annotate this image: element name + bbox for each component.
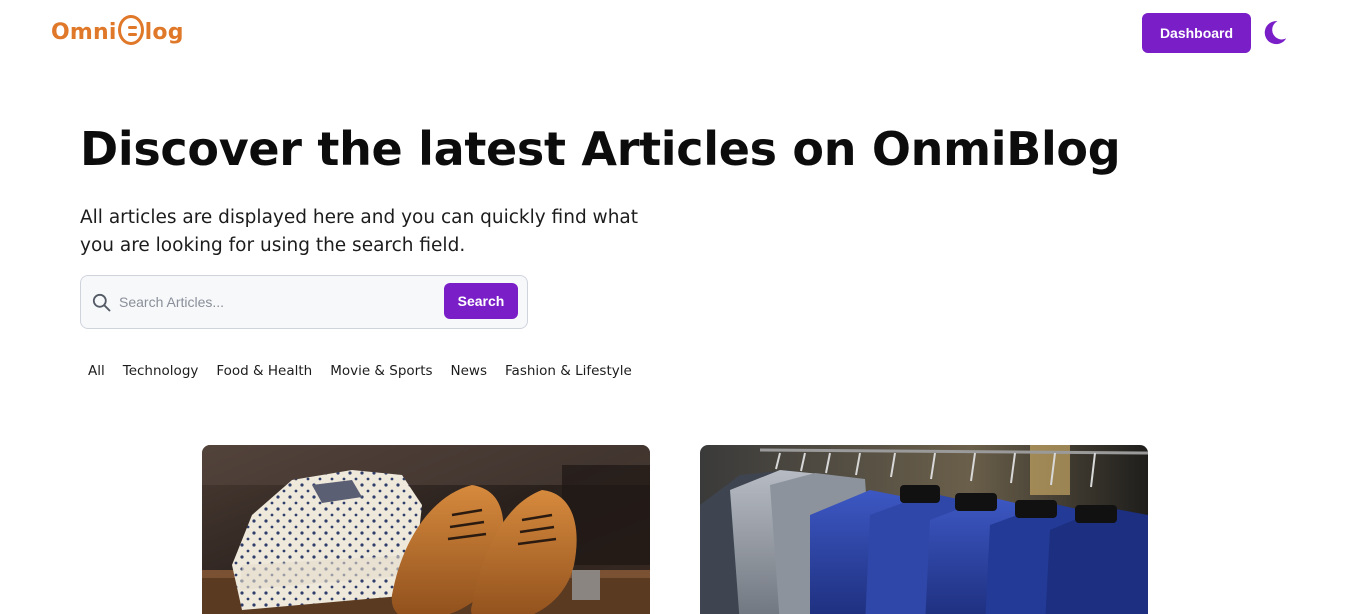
logo-text-left: Omni [51, 19, 117, 45]
article-card[interactable] [700, 445, 1148, 614]
category-food-health[interactable]: Food & Health [208, 363, 320, 379]
logo[interactable]: Omni log [51, 14, 184, 50]
search-icon [92, 293, 111, 312]
search-bar: Search [80, 275, 528, 329]
search-button[interactable]: Search [444, 283, 518, 319]
category-fashion-lifestyle[interactable]: Fashion & Lifestyle [497, 363, 640, 379]
category-news[interactable]: News [443, 363, 495, 379]
page-subtitle: All articles are displayed here and you … [80, 207, 639, 256]
category-tabs: All Technology Food & Health Movie & Spo… [80, 360, 640, 382]
logo-b-mark [117, 15, 144, 45]
category-movie-sports[interactable]: Movie & Sports [322, 363, 440, 379]
logo-text-right: log [144, 19, 184, 45]
category-technology[interactable]: Technology [115, 363, 207, 379]
moon-icon[interactable] [1261, 19, 1288, 46]
page: Omni log Dashboard Discover the latest A… [0, 0, 1348, 614]
dashboard-button[interactable]: Dashboard [1142, 13, 1251, 53]
search-input[interactable] [119, 288, 439, 316]
page-title: Discover the latest Articles on OnmiBlog [80, 122, 1121, 176]
jackets-on-rack-photo [700, 445, 1148, 614]
shirts-and-shoes-photo [202, 445, 650, 614]
category-all[interactable]: All [80, 363, 113, 379]
article-card[interactable] [202, 445, 650, 614]
